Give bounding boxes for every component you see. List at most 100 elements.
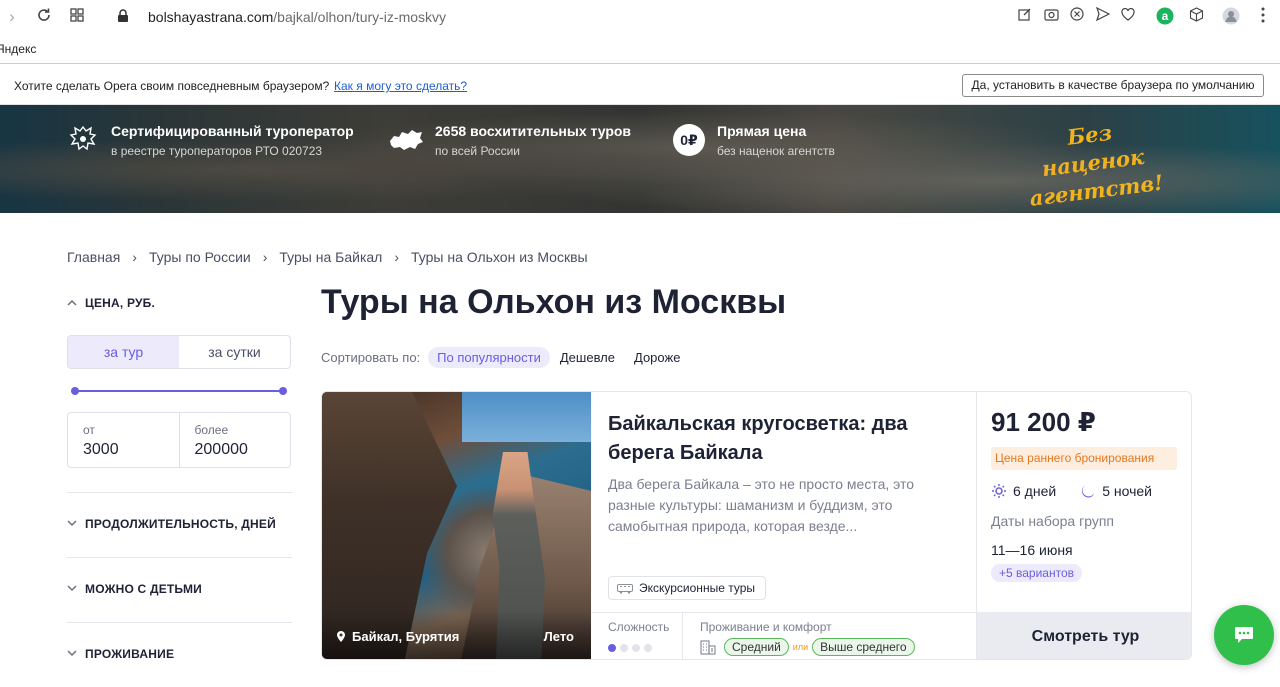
moon-icon <box>1080 483 1096 499</box>
price-per-day-tab[interactable]: за сутки <box>179 336 290 368</box>
profile-avatar-icon[interactable] <box>1222 7 1240 25</box>
difficulty-dot <box>620 644 628 652</box>
cube-icon[interactable] <box>1187 7 1205 25</box>
chat-button[interactable] <box>1214 605 1274 665</box>
hero-item-subtitle: в реестре туроператоров РТО 020723 <box>111 144 323 158</box>
group-dates-label: Даты набора групп <box>991 513 1115 529</box>
duration-filter-header[interactable]: ПРОДОЛЖИТЕЛЬНОСТЬ, ДНЕЙ <box>67 517 292 531</box>
accommodation-filter-header[interactable]: ПРОЖИВАНИЕ <box>67 647 292 661</box>
tabs-grid-icon[interactable] <box>67 7 87 27</box>
chevron-down-icon <box>67 519 79 530</box>
more-dates-button[interactable]: +5 вариантов <box>991 564 1083 582</box>
address-bar[interactable]: bolshayastrana.com/bajkal/olhon/tury-iz-… <box>148 9 446 25</box>
breadcrumb-chevron-icon: › <box>132 249 137 265</box>
price-from-value[interactable]: 3000 <box>83 441 179 459</box>
breadcrumb-current[interactable]: Туры на Ольхон из Москвы <box>411 249 588 265</box>
chat-icon <box>1234 626 1254 644</box>
lock-icon <box>117 9 129 23</box>
heart-icon[interactable] <box>1119 7 1137 25</box>
slider-max-handle[interactable] <box>279 387 287 395</box>
sort-bar: Сортировать по: По популярности Дешевле … <box>321 346 699 368</box>
hero-item-subtitle: без наценок агентств <box>717 144 835 158</box>
tour-info: Байкальская кругосветка: два берега Байк… <box>591 392 976 659</box>
breadcrumb-chevron-icon: › <box>262 249 268 265</box>
price-range-inputs: от 3000 более 200000 <box>67 412 291 468</box>
breadcrumb-russia[interactable]: Туры по России <box>149 249 251 265</box>
slider-track <box>76 390 282 392</box>
set-default-button[interactable]: Да, установить в качестве браузера по ум… <box>962 74 1264 97</box>
tour-card[interactable]: Байкал, Бурятия Лето Байкальская кругосв… <box>321 391 1192 660</box>
price-to-field[interactable]: более 200000 <box>178 413 291 467</box>
sort-expensive[interactable]: Дороже <box>634 347 689 368</box>
tour-type-tag[interactable]: Экскурсионные туры <box>608 576 766 600</box>
tour-location: Байкал, Бурятия <box>336 629 459 644</box>
hero-banner: Сертифицированный туроператор в реестре … <box>0 105 1280 213</box>
comfort-levels: Средний или Выше среднего <box>700 638 976 656</box>
send-icon[interactable] <box>1094 6 1112 25</box>
menu-dots-icon[interactable] <box>1254 7 1272 25</box>
tour-nights: 5 ночей <box>1102 483 1152 499</box>
hero-item-subtitle: по всей России <box>435 144 521 158</box>
difficulty-block: Сложность <box>608 620 669 652</box>
zero-markup-badge-icon: 0₽ <box>673 124 705 156</box>
hero-item-certified: Сертифицированный туроператор в реестре … <box>111 123 354 158</box>
adblock-icon[interactable] <box>1068 7 1086 25</box>
hero-item-tours: 2658 восхитительных туров по всей России <box>435 123 631 158</box>
tour-photo[interactable]: Байкал, Бурятия Лето <box>322 392 591 659</box>
breadcrumb-home[interactable]: Главная <box>67 249 120 265</box>
filters-sidebar: ЦЕНА, РУБ. за тур за сутки от 3000 более… <box>67 296 292 661</box>
photo-sky <box>462 392 591 442</box>
price-mode-toggle: за тур за сутки <box>67 335 291 369</box>
tour-title[interactable]: Байкальская кругосветка: два берега Байк… <box>608 410 958 468</box>
bookmarks-bar: Яндекс <box>0 34 1280 64</box>
slider-min-handle[interactable] <box>71 387 79 395</box>
comfort-or: или <box>792 642 809 652</box>
duration-filter[interactable]: ПРОДОЛЖИТЕЛЬНОСТЬ, ДНЕЙ <box>67 492 292 556</box>
kids-filter-title: МОЖНО С ДЕТЬМИ <box>85 582 202 596</box>
sort-popular[interactable]: По популярности <box>428 346 550 368</box>
kids-filter-header[interactable]: МОЖНО С ДЕТЬМИ <box>67 582 292 596</box>
chevron-down-icon <box>67 649 79 660</box>
tour-duration: 6 дней 5 ночей <box>991 483 1152 499</box>
reload-icon[interactable] <box>34 7 54 27</box>
tour-location-text: Байкал, Бурятия <box>352 629 460 644</box>
chevron-down-icon <box>67 584 79 595</box>
tour-specs-bar: Сложность Проживание и комфорт Средний и… <box>591 612 976 659</box>
difficulty-dot <box>644 644 652 652</box>
difficulty-label: Сложность <box>608 620 670 634</box>
comfort-medium-badge: Средний <box>724 638 789 656</box>
extension-a-icon[interactable]: a <box>1156 7 1174 25</box>
svg-text:a: a <box>1162 9 1169 23</box>
price-to-value[interactable]: 200000 <box>195 441 291 459</box>
how-to-link[interactable]: Как я могу это сделать? <box>334 79 467 93</box>
chevron-up-icon <box>67 298 79 309</box>
url-domain: bolshayastrana.com <box>148 9 274 25</box>
sun-icon <box>991 483 1007 499</box>
edit-icon[interactable] <box>1016 7 1034 25</box>
price-range-slider[interactable] <box>71 387 287 395</box>
difficulty-dots <box>608 644 669 652</box>
tour-days: 6 дней <box>1013 483 1057 499</box>
kids-filter[interactable]: МОЖНО С ДЕТЬМИ <box>67 557 292 621</box>
hero-item-title: 2658 восхитительных туров <box>435 123 632 139</box>
sort-cheaper[interactable]: Дешевле <box>560 347 624 368</box>
bookmark-yandex[interactable]: Яндекс <box>0 42 36 56</box>
price-from-field[interactable]: от 3000 <box>68 413 179 467</box>
breadcrumb-baikal[interactable]: Туры на Байкал <box>279 249 382 265</box>
price-filter-header[interactable]: ЦЕНА, РУБ. <box>67 296 292 310</box>
view-tour-button[interactable]: Смотреть тур <box>977 612 1191 659</box>
price-per-tour-tab[interactable]: за тур <box>68 336 179 368</box>
browser-toolbar: › bolshayastrana.com/bajkal/olhon/tury-i… <box>0 0 1280 34</box>
sort-label: Сортировать по: <box>321 349 421 365</box>
duration-filter-title: ПРОДОЛЖИТЕЛЬНОСТЬ, ДНЕЙ <box>85 517 276 531</box>
early-booking-badge: Цена раннего бронирования <box>991 447 1177 470</box>
price-to-label: более <box>194 423 229 437</box>
difficulty-dot <box>632 644 640 652</box>
accommodation-filter[interactable]: ПРОЖИВАНИЕ <box>67 622 292 686</box>
comfort-block: Проживание и комфорт Средний или Выше ср… <box>682 613 976 659</box>
forward-icon[interactable]: › <box>2 7 22 27</box>
price-filter-title: ЦЕНА, РУБ. <box>85 296 156 310</box>
camera-icon[interactable] <box>1042 7 1060 25</box>
hero-item-price: Прямая цена без наценок агентств <box>717 123 835 158</box>
hero-item-title: Сертифицированный туроператор <box>111 123 354 139</box>
